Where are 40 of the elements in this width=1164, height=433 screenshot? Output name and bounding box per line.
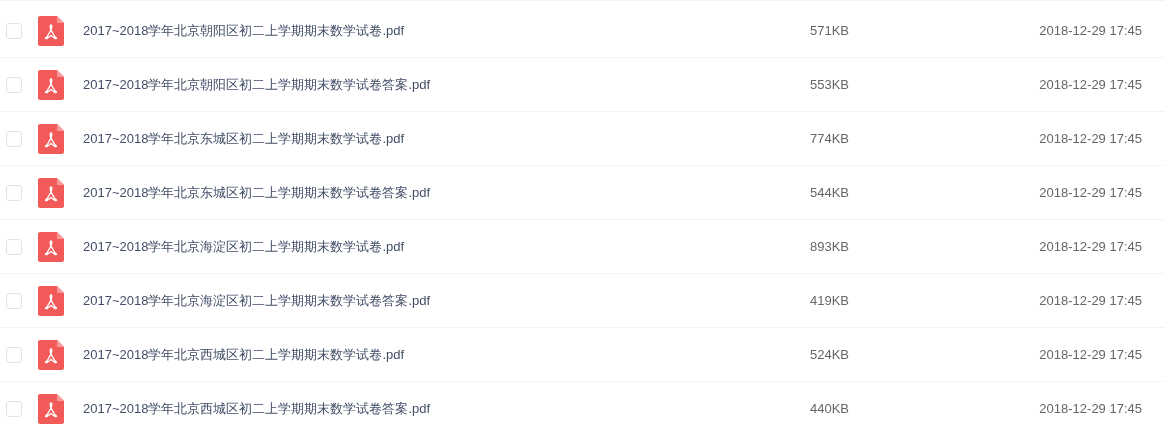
modified-date: 2018-12-29 17:45 [1039, 129, 1142, 148]
pdf-file-icon [38, 339, 64, 370]
file-size: 419KB [810, 291, 851, 310]
checkbox[interactable] [6, 238, 22, 255]
file-size: 544KB [810, 183, 851, 202]
pdf-file-icon [38, 69, 64, 100]
file-name[interactable]: 2017~2018学年北京朝阳区初二上学期期末数学试卷答案.pdf [83, 74, 683, 95]
file-name[interactable]: 2017~2018学年北京西城区初二上学期期末数学试卷.pdf [83, 344, 683, 365]
modified-date: 2018-12-29 17:45 [1039, 345, 1142, 364]
file-name[interactable]: 2017~2018学年北京朝阳区初二上学期期末数学试卷.pdf [83, 20, 683, 41]
checkbox[interactable] [6, 76, 22, 93]
modified-date: 2018-12-29 17:45 [1039, 75, 1142, 94]
pdf-file-icon [38, 123, 64, 154]
file-size: 440KB [810, 399, 851, 418]
modified-date: 2018-12-29 17:45 [1039, 183, 1142, 202]
file-size: 524KB [810, 345, 851, 364]
checkbox[interactable] [6, 400, 22, 417]
checkbox[interactable] [6, 22, 22, 39]
checkbox[interactable] [6, 346, 22, 363]
pdf-file-icon [38, 15, 64, 46]
file-name[interactable]: 2017~2018学年北京东城区初二上学期期末数学试卷答案.pdf [83, 182, 683, 203]
checkbox[interactable] [6, 292, 22, 309]
file-name[interactable]: 2017~2018学年北京海淀区初二上学期期末数学试卷答案.pdf [83, 290, 683, 311]
checkbox[interactable] [6, 184, 22, 201]
modified-date: 2018-12-29 17:45 [1039, 237, 1142, 256]
pdf-file-icon [38, 285, 64, 316]
checkbox[interactable] [6, 130, 22, 147]
pdf-file-icon [38, 231, 64, 262]
modified-date: 2018-12-29 17:45 [1039, 399, 1142, 418]
pdf-file-icon [38, 177, 64, 208]
modified-date: 2018-12-29 17:45 [1039, 291, 1142, 310]
file-size: 553KB [810, 75, 851, 94]
file-size: 893KB [810, 237, 851, 256]
file-size: 774KB [810, 129, 851, 148]
modified-date: 2018-12-29 17:45 [1039, 21, 1142, 40]
pdf-file-icon [38, 393, 64, 424]
file-name[interactable]: 2017~2018学年北京东城区初二上学期期末数学试卷.pdf [83, 128, 683, 149]
file-name[interactable]: 2017~2018学年北京西城区初二上学期期末数学试卷答案.pdf [83, 398, 683, 419]
file-name[interactable]: 2017~2018学年北京海淀区初二上学期期末数学试卷.pdf [83, 236, 683, 257]
file-size: 571KB [810, 21, 851, 40]
